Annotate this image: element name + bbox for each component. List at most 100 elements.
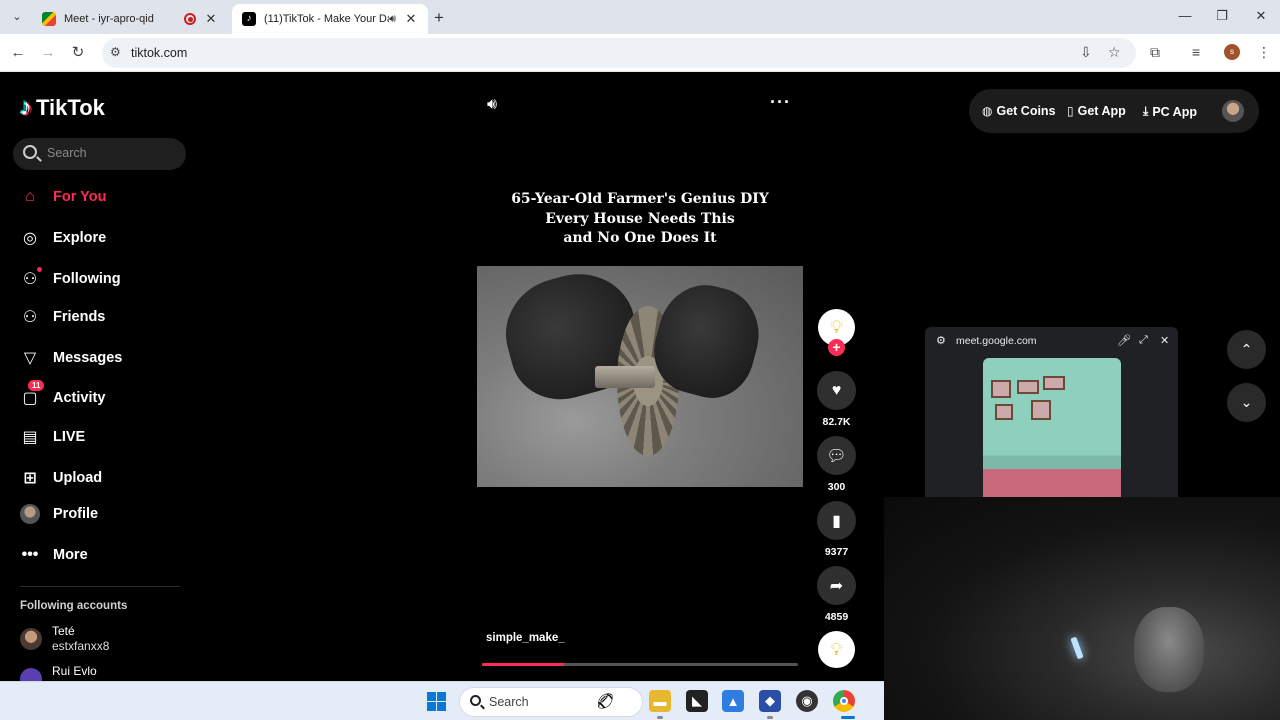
browser-tab-bar: ⌄ Meet - iyr-apro-qid ✕ ♪ (11)TikTok - M… — [0, 0, 1280, 34]
meet-pip-window[interactable]: ⚙︎ meet.google.com 🎤︎ ⤢ ✕ — [925, 327, 1178, 497]
live-icon: ▤ — [22, 429, 38, 446]
install-app-icon[interactable]: ⇩ — [1080, 44, 1092, 61]
wall-frame — [1017, 380, 1039, 394]
share-button[interactable]: ➦ — [817, 566, 856, 605]
pip-settings-icon[interactable]: ⚙︎ — [936, 334, 946, 347]
tab-meet[interactable]: Meet - iyr-apro-qid ✕ — [32, 4, 228, 34]
comment-button[interactable]: 💬︎ — [817, 436, 856, 475]
friends-icon: ⚇ — [22, 309, 38, 326]
like-count: 82.7K — [822, 416, 851, 428]
address-bar[interactable]: ⚙︎ tiktok.com ⇩ ☆ — [102, 38, 1136, 68]
taskbar-search[interactable]: Search 🏈︎ — [459, 687, 643, 717]
nav-for-you[interactable]: ⌂ For You — [20, 187, 106, 207]
get-coins-button[interactable]: ◍ Get Coins — [982, 104, 1056, 118]
video-username[interactable]: simple_make_ — [486, 632, 565, 644]
like-button[interactable]: ♥ — [817, 371, 856, 410]
photos-icon[interactable]: ▲ — [722, 690, 744, 712]
search-input[interactable]: Search — [13, 138, 186, 170]
comment-count: 300 — [827, 481, 846, 493]
wall-frame — [991, 380, 1011, 398]
app-icon[interactable]: ◉ — [796, 690, 818, 712]
close-window-icon[interactable]: ✕ — [1251, 8, 1271, 24]
nav-friends[interactable]: ⚇ Friends — [20, 307, 106, 327]
wall-frame — [1043, 376, 1065, 390]
nav-label: Explore — [53, 230, 107, 246]
menu-kebab-icon[interactable]: ⋮ — [1257, 44, 1271, 61]
compass-icon: ◎ — [23, 230, 37, 247]
nav-profile[interactable]: Profile — [20, 504, 98, 524]
self-camera-view — [884, 497, 1280, 720]
comment-icon: 💬︎ — [826, 447, 847, 465]
reload-icon[interactable]: ↻ — [68, 43, 88, 63]
nav-label: Profile — [53, 506, 99, 522]
nav-label: For You — [53, 189, 107, 205]
video-player[interactable] — [477, 266, 803, 487]
expand-icon[interactable]: ⤢ — [1139, 334, 1148, 347]
music-disc-icon[interactable]: 💡︎ — [818, 631, 855, 668]
new-tab-button[interactable]: + — [434, 8, 444, 28]
tab-title: (11)TikTok - Make Your Day — [264, 13, 390, 25]
profile-avatar[interactable]: s — [1224, 44, 1240, 60]
tiktok-logo[interactable]: ♪ TikTok — [20, 94, 105, 122]
person-silhouette — [1134, 607, 1204, 692]
participant-video-tile — [983, 358, 1121, 497]
nav-following[interactable]: ⚇ Following — [20, 267, 121, 289]
download-icon: ⤓ — [1143, 104, 1149, 118]
pc-app-label: PC App — [1152, 104, 1197, 119]
nav-live[interactable]: ▤ LIVE — [20, 427, 85, 447]
activity-badge: 11 — [28, 380, 45, 391]
following-account[interactable]: Teté estxfanxx8 — [20, 624, 109, 654]
media-controls-icon[interactable]: ≡ — [1192, 44, 1200, 60]
wall-frame — [1031, 400, 1051, 420]
tab-search-chevron-icon[interactable]: ⌄ — [8, 8, 26, 26]
nav-messages[interactable]: ▽ Messages — [20, 348, 122, 368]
app-icon[interactable]: ◣ — [686, 690, 708, 712]
close-pip-icon[interactable]: ✕ — [1160, 334, 1169, 347]
windows-taskbar: Search 🏈︎ ▬ ◣ ▲ ◆ ◉ — [0, 681, 884, 720]
account-name: Rui Evlo — [52, 664, 97, 678]
user-avatar[interactable] — [1222, 100, 1244, 122]
get-coins-label: Get Coins — [996, 104, 1056, 118]
video-progress-bar[interactable] — [482, 663, 798, 666]
account-name: Teté — [52, 624, 75, 638]
app-icon[interactable]: ◆ — [759, 690, 781, 712]
shaft — [595, 366, 655, 388]
avatar — [20, 628, 42, 650]
nav-more[interactable]: ••• More — [20, 545, 88, 565]
follow-plus-icon[interactable]: + — [828, 339, 845, 356]
chrome-icon[interactable] — [833, 690, 855, 712]
back-icon[interactable]: ← — [8, 43, 28, 63]
volume-icon[interactable]: 🔊︎ — [487, 96, 497, 114]
restore-icon[interactable]: ❐ — [1212, 8, 1232, 24]
nav-activity[interactable]: ▢ 11 Activity — [20, 380, 106, 408]
nav-label: Friends — [53, 309, 106, 325]
speaker-icon[interactable]: 🔊︎ — [389, 13, 396, 26]
nav-upload[interactable]: ⊞ Upload — [20, 468, 102, 488]
extensions-icon[interactable]: ⧉ — [1150, 44, 1160, 61]
more-options-icon[interactable]: ··· — [770, 92, 791, 113]
site-info-icon[interactable]: ⚙︎ — [110, 45, 121, 59]
bookmark-star-icon[interactable]: ☆ — [1108, 44, 1121, 61]
previous-video-button[interactable]: ⌃ — [1227, 330, 1266, 369]
nav-label: Activity — [53, 390, 106, 406]
nav-explore[interactable]: ◎ Explore — [20, 228, 106, 248]
messages-icon: ▽ — [23, 350, 37, 367]
phone-glow — [1070, 636, 1084, 660]
running-indicator — [657, 716, 663, 719]
file-explorer-icon[interactable]: ▬ — [649, 690, 671, 712]
tab-tiktok[interactable]: ♪ (11)TikTok - Make Your Day 🔊︎ ✕ — [232, 4, 428, 34]
wall-frame — [995, 404, 1013, 420]
close-tab-icon[interactable]: ✕ — [404, 11, 418, 27]
next-video-button[interactable]: ⌄ — [1227, 383, 1266, 422]
get-app-label: Get App — [1077, 104, 1126, 118]
microphone-icon[interactable]: 🎤︎ — [1117, 334, 1131, 347]
get-app-button[interactable]: ▯ Get App — [1067, 104, 1126, 118]
forward-icon[interactable]: → — [38, 43, 58, 63]
close-tab-icon[interactable]: ✕ — [204, 11, 218, 27]
account-handle: estxfanxx8 — [52, 639, 110, 653]
pc-app-button[interactable]: ⤓ PC App — [1143, 104, 1197, 119]
minimize-icon[interactable]: — — [1175, 8, 1195, 23]
windows-start-icon[interactable] — [427, 692, 446, 711]
coin-icon: ◍ — [982, 104, 993, 118]
save-button[interactable]: ▮ — [817, 501, 856, 540]
